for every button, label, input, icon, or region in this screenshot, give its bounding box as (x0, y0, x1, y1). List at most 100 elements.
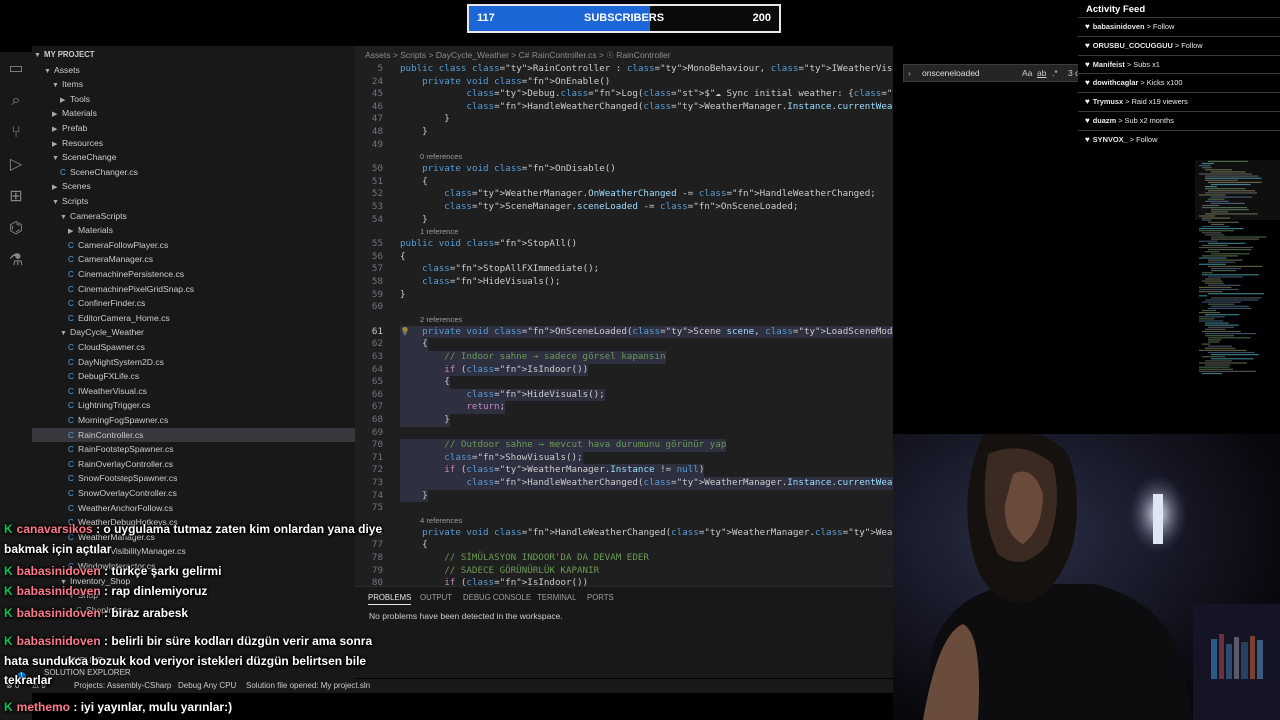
folder-item[interactable]: ▼ SceneChange (32, 150, 355, 165)
code-line[interactable]: 72 if (class="ty">WeatherManager.Instanc… (355, 464, 893, 477)
chat-username[interactable]: canavarsikos (17, 522, 93, 536)
file-item[interactable]: C SnowOverlayController.cs (32, 486, 355, 501)
code-line[interactable]: 47 } (355, 113, 893, 126)
folder-item[interactable]: ▼ Scripts (32, 194, 355, 209)
tab-ports[interactable]: PORTS (587, 593, 614, 602)
file-item[interactable]: C ConfinerFinder.cs (32, 296, 355, 311)
folder-item[interactable]: ▶ Materials (32, 106, 355, 121)
code-line[interactable]: 56 { (355, 251, 893, 264)
files-icon[interactable]: ▭ (0, 52, 32, 84)
code-line[interactable]: 51 { (355, 176, 893, 189)
code-line[interactable]: 65 { (355, 376, 893, 389)
extensions-icon[interactable]: ⊞ (0, 180, 32, 212)
code-line[interactable]: 50 private void class="fn">OnDisable() (355, 163, 893, 176)
code-line[interactable]: 62 { (355, 338, 893, 351)
code-line[interactable]: 80 if (class="fn">IsIndoor()) (355, 577, 893, 586)
file-item[interactable]: C DebugFXLife.cs (32, 369, 355, 384)
search-icon[interactable]: ⌕ (0, 84, 32, 116)
code-line[interactable]: 24 private void class="fn">OnEnable() (355, 76, 893, 89)
remote-icon[interactable]: ⌬ (0, 212, 32, 244)
file-item[interactable]: C CameraFollowPlayer.cs (32, 238, 355, 253)
code-line[interactable]: 73 class="fn">HandleWeatherChanged(class… (355, 477, 893, 490)
file-item[interactable]: C CameraManager.cs (32, 252, 355, 267)
code-line[interactable]: 49 (355, 139, 893, 152)
match-case-toggle[interactable]: Aa (1022, 68, 1032, 78)
code-line[interactable]: 70 // Outdoor sahne → mevcut hava durumu… (355, 439, 893, 452)
source-control-icon[interactable]: ⑂ (0, 116, 32, 148)
code-line[interactable]: 59} (355, 289, 893, 302)
folder-item[interactable]: ▼ CameraScripts (32, 209, 355, 224)
code-line[interactable]: 77 { (355, 539, 893, 552)
file-item[interactable]: C RainFootstepSpawner.cs (32, 442, 355, 457)
code-line[interactable]: 76 private void class="fn">HandleWeather… (355, 527, 893, 540)
folder-item[interactable]: ▶ Tools (32, 92, 355, 107)
tab-output[interactable]: OUTPUT (420, 593, 452, 602)
file-item[interactable]: C RainOverlayController.cs (32, 457, 355, 472)
code-line[interactable]: 63 // Indoor sahne → sadece görsel kapan… (355, 351, 893, 364)
codelens-label[interactable]: 1 reference (420, 227, 458, 237)
code-line[interactable]: 46 class="fn">HandleWeatherChanged(class… (355, 101, 893, 114)
folder-item[interactable]: ▶ Resources (32, 136, 355, 151)
codelens-label[interactable]: 4 references (420, 516, 462, 526)
explorer-root[interactable]: ▼ MY PROJECT (34, 48, 95, 63)
find-input[interactable]: onsceneloaded (922, 68, 980, 78)
code-line[interactable]: 45 class="ty">Debug.class="fn">Log(class… (355, 88, 893, 101)
chat-username[interactable]: babasinidoven (17, 634, 101, 648)
file-item[interactable]: C CloudSpawner.cs (32, 340, 355, 355)
codelens-label[interactable]: 0 references (420, 152, 462, 162)
code-line[interactable]: 68 } (355, 414, 893, 427)
code-line[interactable]: 71 class="fn">ShowVisuals(); (355, 451, 893, 465)
code-line[interactable]: 54 } (355, 214, 893, 227)
folder-item[interactable]: ▶ Prefab (32, 121, 355, 136)
code-line[interactable]: 60 (355, 301, 893, 314)
folder-item[interactable]: ▶ Scenes (32, 179, 355, 194)
codelens-references[interactable]: 0 references (355, 152, 893, 162)
file-item[interactable]: C CinemachinePixelGridSnap.cs (32, 282, 355, 297)
code-line[interactable]: 67 return; (355, 401, 893, 414)
breadcrumb[interactable]: Assets > Scripts > DayCycle_Weather > C#… (365, 50, 671, 61)
code-line[interactable]: 75 (355, 502, 893, 515)
file-item[interactable]: C LightningTrigger.cs (32, 398, 355, 413)
file-item[interactable]: C DayNightSystem2D.cs (32, 355, 355, 370)
file-item[interactable]: C SceneChanger.cs (32, 165, 355, 180)
code-line[interactable]: 58 class="fn">HideVisuals(); (355, 276, 893, 289)
file-item[interactable]: C IWeatherVisual.cs (32, 384, 355, 399)
file-item[interactable]: C EditorCamera_Home.cs (32, 311, 355, 326)
run-debug-icon[interactable]: ▷ (0, 148, 32, 180)
code-line[interactable]: 52 class="ty">WeatherManager.OnWeatherCh… (355, 188, 893, 201)
code-line[interactable]: 78 // SİMÜLASYON INDOOR'DA DA DEVAM EDER (355, 552, 893, 565)
chat-username[interactable]: methemo (17, 700, 70, 714)
folder-item[interactable]: ▼ Items (32, 77, 355, 92)
code-line[interactable]: 55 public void class="fn">StopAll() (355, 238, 893, 251)
code-line[interactable]: 5 public class class="ty">RainController … (355, 63, 893, 76)
codelens-references[interactable]: 2 references (355, 315, 893, 325)
code-line[interactable]: 79 // SADECE GÖRÜNÜRLÜK KAPANIR (355, 565, 893, 578)
code-editor[interactable]: Assets > Scripts > DayCycle_Weather > C#… (355, 46, 893, 586)
test-icon[interactable]: ⚗ (0, 244, 32, 276)
code-line[interactable]: 53 class="ty">SceneManager.sceneLoaded -… (355, 201, 893, 214)
codelens-label[interactable]: 2 references (420, 315, 462, 325)
code-line[interactable]: 74 } (355, 489, 893, 503)
file-item[interactable]: C RainController.cs (32, 427, 355, 443)
folder-item[interactable]: ▼ DayCycle_Weather (32, 325, 355, 340)
regex-toggle[interactable]: .* (1052, 68, 1058, 78)
file-item[interactable]: C MorningFogSpawner.cs (32, 413, 355, 428)
chat-username[interactable]: babasinidoven (17, 606, 101, 620)
find-widget[interactable]: › onsceneloaded Aa ab .* 3 of 3 (903, 64, 1093, 82)
codelens-references[interactable]: 1 reference (355, 227, 893, 237)
codelens-references[interactable]: 4 references (355, 516, 893, 526)
match-word-toggle[interactable]: ab (1037, 68, 1046, 78)
code-line[interactable]: 69 (355, 427, 893, 440)
file-item[interactable]: C CinemachinePersistence.cs (32, 267, 355, 282)
find-toggle-icon[interactable]: › (908, 68, 911, 78)
chat-username[interactable]: babasinidoven (17, 584, 101, 598)
tab-terminal[interactable]: TERMINAL (537, 593, 576, 602)
chat-username[interactable]: babasinidoven (17, 564, 101, 578)
code-line[interactable]: 66 class="fn">HideVisuals(); (355, 388, 893, 402)
file-item[interactable]: C SnowFootstepSpawner.cs (32, 471, 355, 486)
folder-item[interactable]: ▶ Materials (32, 223, 355, 238)
folder-item[interactable]: ▼ Assets (32, 63, 355, 78)
code-line[interactable]: 57 class="fn">StopAllFXImmediate(); (355, 263, 893, 276)
file-item[interactable]: C WeatherAnchorFollow.cs (32, 501, 355, 516)
code-line[interactable]: 64 if (class="fn">IsIndoor()) (355, 363, 893, 377)
